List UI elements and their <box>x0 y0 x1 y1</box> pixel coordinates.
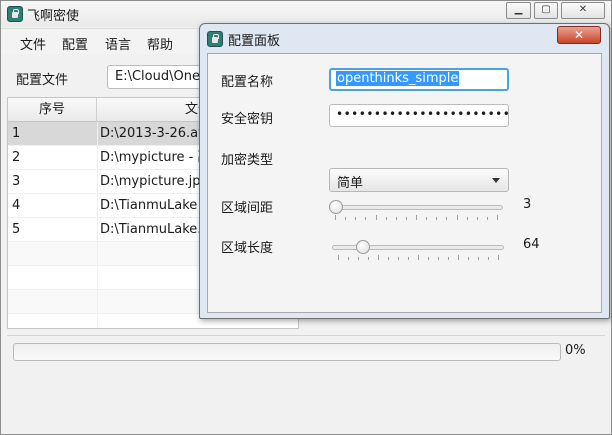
region-length-value: 64 <box>523 237 540 252</box>
slider-tick <box>398 257 399 260</box>
row-path: D:\TianmuLake.jp <box>100 222 214 237</box>
dialog-titlebar[interactable]: 配置面板 ✕ <box>200 24 609 52</box>
menu-language[interactable]: 语言 <box>105 34 131 53</box>
slider-tick <box>406 217 407 220</box>
slider-tick <box>468 257 469 260</box>
slider-tick <box>497 215 498 220</box>
app-icon <box>207 31 223 47</box>
maximize-button[interactable]: ▢ <box>534 2 558 19</box>
row-path: D:\mypicture - 副 <box>100 150 211 165</box>
slider-tick <box>338 255 339 260</box>
dialog-close-button[interactable]: ✕ <box>557 26 601 44</box>
slider-tick <box>426 217 427 220</box>
column-divider <box>97 122 98 328</box>
menu-config[interactable]: 配置 <box>62 34 88 53</box>
slider-tick <box>348 257 349 260</box>
region-length-label: 区域长度 <box>221 241 274 256</box>
window-title: 飞啊密使 <box>27 9 80 24</box>
config-name-label: 配置名称 <box>221 75 274 90</box>
app-icon <box>7 6 23 22</box>
security-key-label: 安全密钥 <box>221 112 274 127</box>
slider-tick <box>396 217 397 220</box>
row-index: 2 <box>12 150 21 165</box>
minimize-button[interactable]: ▁ <box>506 2 531 19</box>
slider-tick <box>428 257 429 260</box>
row-index: 1 <box>12 126 21 141</box>
slider-thumb[interactable] <box>356 240 370 254</box>
dialog-title: 配置面板 <box>228 34 281 49</box>
region-interval-label: 区域间距 <box>221 201 274 216</box>
slider-track <box>329 205 503 210</box>
slider-tick <box>436 217 437 220</box>
slider-tick <box>448 257 449 260</box>
slider-tick <box>488 257 489 260</box>
slider-tick <box>477 217 478 220</box>
slider-tick <box>457 215 458 220</box>
slider-tick <box>446 217 447 220</box>
slider-tick <box>378 255 379 260</box>
row-path: D:\TianmuLake - <box>100 198 207 213</box>
slider-tick <box>458 255 459 260</box>
slider-tick <box>498 255 499 260</box>
chevron-down-icon <box>492 178 500 183</box>
slider-thumb[interactable] <box>329 200 343 214</box>
slider-tick <box>335 215 336 220</box>
dialog-body: 配置名称 openthinks_simple 安全密钥 ••••••••••••… <box>207 53 602 313</box>
slider-tick <box>358 257 359 260</box>
row-index: 3 <box>12 174 21 189</box>
region-interval-slider[interactable] <box>329 199 503 225</box>
encryption-type-label: 加密类型 <box>221 153 274 168</box>
encryption-type-select[interactable]: 简单 <box>329 168 509 192</box>
slider-tick <box>368 257 369 260</box>
menu-help[interactable]: 帮助 <box>147 34 173 53</box>
slider-tick <box>365 217 366 220</box>
slider-tick <box>478 257 479 260</box>
progress-area: 0% <box>7 335 605 431</box>
config-name-value: openthinks_simple <box>336 71 460 86</box>
slider-tick <box>438 257 439 260</box>
slider-tick <box>487 217 488 220</box>
progress-percent: 0% <box>565 343 586 358</box>
region-length-slider[interactable] <box>332 239 504 265</box>
slider-tick <box>386 217 387 220</box>
row-path: D:\mypicture.jpg <box>100 174 209 189</box>
slider-tick <box>416 215 417 220</box>
slider-tick <box>418 255 419 260</box>
config-name-input[interactable]: openthinks_simple <box>329 68 509 91</box>
slider-tick <box>467 217 468 220</box>
row-path: D:\2013-3-26.av <box>100 126 206 141</box>
region-interval-value: 3 <box>523 197 532 212</box>
row-index: 5 <box>12 222 21 237</box>
slider-tick <box>376 215 377 220</box>
security-key-input[interactable]: ••••••••••••••••••••••••• <box>329 104 509 127</box>
progress-bar <box>13 343 561 361</box>
config-file-label: 配置文件 <box>16 73 69 88</box>
slider-tick <box>345 217 346 220</box>
menu-file[interactable]: 文件 <box>20 34 46 53</box>
slider-tick <box>388 257 389 260</box>
close-button[interactable]: ✕ <box>561 2 605 19</box>
column-header-index[interactable]: 序号 <box>8 98 97 122</box>
slider-tick <box>408 257 409 260</box>
encryption-type-value: 简单 <box>337 176 364 191</box>
row-index: 4 <box>12 198 21 213</box>
security-key-value: ••••••••••••••••••••••••• <box>336 107 509 121</box>
config-dialog: 配置面板 ✕ 配置名称 openthinks_simple 安全密钥 •••••… <box>199 23 610 319</box>
slider-tick <box>355 217 356 220</box>
